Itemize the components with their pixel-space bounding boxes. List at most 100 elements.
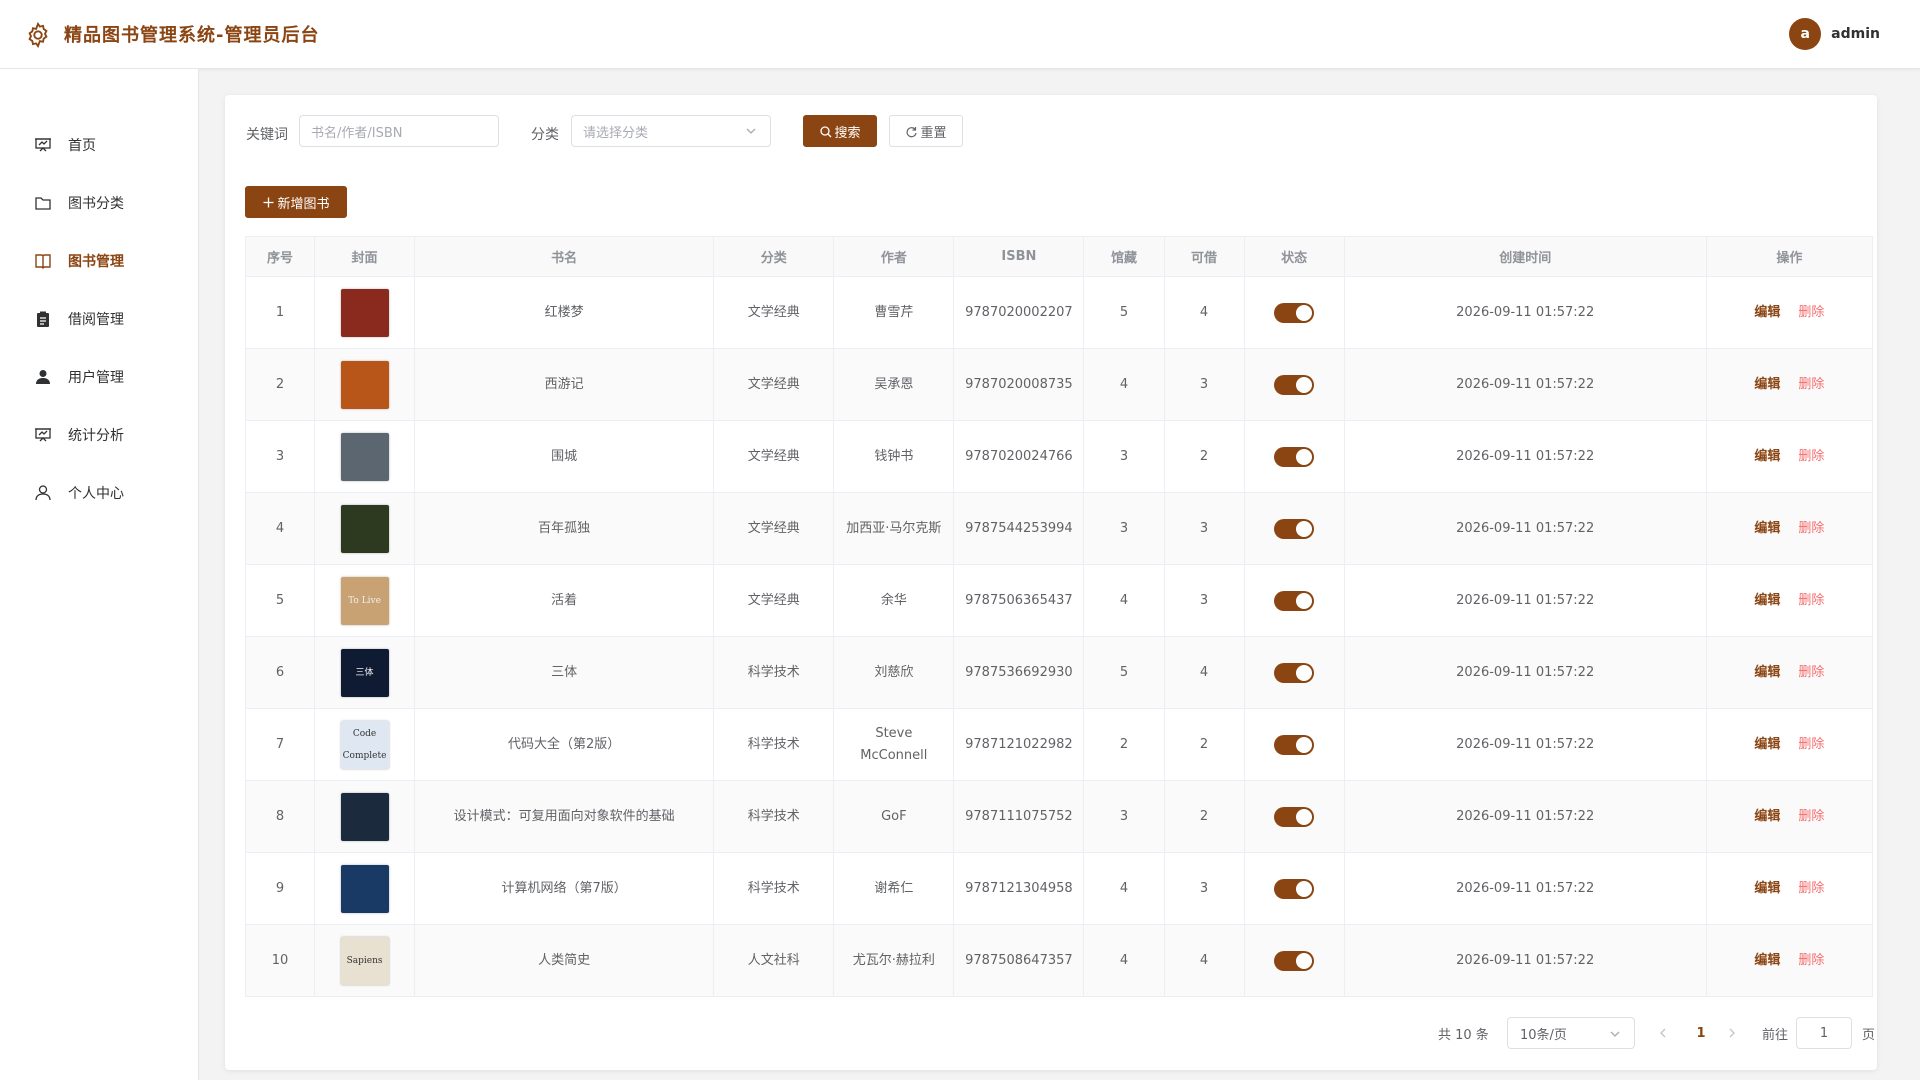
- cell-isbn: 9787020002207: [953, 276, 1085, 349]
- status-toggle[interactable]: [1274, 662, 1315, 683]
- sidebar-item-label: 个人中心: [68, 486, 124, 502]
- book-cover-image: [340, 288, 389, 337]
- cell-stock: 5: [1083, 276, 1165, 349]
- delete-button[interactable]: 删除: [1798, 449, 1824, 464]
- book-cover-image: [340, 360, 389, 409]
- cell-author: 吴承恩: [833, 348, 955, 421]
- cell-author: 谢希仁: [833, 852, 955, 925]
- edit-button[interactable]: 编辑: [1754, 953, 1780, 968]
- cell-actions: 编辑 删除: [1706, 780, 1874, 853]
- category-select[interactable]: 请选择分类: [571, 115, 771, 147]
- edit-button[interactable]: 编辑: [1754, 665, 1780, 680]
- edit-button[interactable]: 编辑: [1754, 377, 1780, 392]
- folder-icon: [34, 194, 52, 212]
- table-header-row: 序号 封面 书名 分类 作者 ISBN 馆藏 可借 状态 创建时间 操作: [245, 236, 1874, 277]
- toggle-knob: [1296, 448, 1313, 465]
- edit-button[interactable]: 编辑: [1754, 737, 1780, 752]
- edit-button[interactable]: 编辑: [1754, 809, 1780, 824]
- status-toggle[interactable]: [1274, 806, 1315, 827]
- goto-label: 前往: [1762, 1027, 1789, 1043]
- cell-cover: [314, 492, 416, 565]
- edit-button[interactable]: 编辑: [1754, 521, 1780, 536]
- cell-category: 科学技术: [713, 708, 835, 781]
- delete-button[interactable]: 删除: [1798, 953, 1824, 968]
- cell-cover: To Live: [314, 564, 416, 637]
- toggle-knob: [1296, 664, 1313, 681]
- book-cover-image: 三体: [340, 648, 389, 697]
- cell-status: [1244, 708, 1345, 781]
- sidebar-item-label: 图书管理: [68, 254, 124, 270]
- edit-button[interactable]: 编辑: [1754, 449, 1780, 464]
- delete-button[interactable]: 删除: [1798, 593, 1824, 608]
- user-outline-icon: [34, 484, 52, 502]
- sidebar-item-categories[interactable]: 图书分类: [0, 174, 199, 232]
- cell-author: GoF: [833, 780, 955, 853]
- status-toggle[interactable]: [1274, 302, 1315, 323]
- prev-page-icon[interactable]: [1656, 1025, 1670, 1039]
- add-book-button[interactable]: 新增图书: [245, 186, 347, 218]
- book-cover-image: [340, 792, 389, 841]
- table-row: 7 Code Complete 代码大全（第2版） 科学技术 Steve McConne…: [245, 708, 1874, 781]
- page-size-select[interactable]: 10条/页: [1507, 1017, 1635, 1049]
- book-cover-image: To Live: [340, 576, 389, 625]
- edit-button[interactable]: 编辑: [1754, 593, 1780, 608]
- sidebar-item-books[interactable]: 图书管理: [0, 232, 199, 290]
- cell-available: 3: [1164, 852, 1245, 925]
- cell-status: [1244, 420, 1345, 493]
- status-toggle[interactable]: [1274, 518, 1315, 539]
- cell-stock: 4: [1083, 924, 1165, 997]
- status-toggle[interactable]: [1274, 950, 1315, 971]
- cell-cover: [314, 852, 416, 925]
- status-toggle[interactable]: [1274, 446, 1315, 467]
- pagination-total: 共 10 条: [1438, 1027, 1489, 1043]
- keyword-input[interactable]: 书名/作者/ISBN: [299, 115, 499, 147]
- header-actions: 操作: [1706, 236, 1874, 277]
- book-cover-image: [340, 504, 389, 553]
- delete-button[interactable]: 删除: [1798, 521, 1824, 536]
- edit-button[interactable]: 编辑: [1754, 305, 1780, 320]
- sidebar-item-label: 首页: [68, 138, 96, 154]
- cell-isbn: 9787121022982: [953, 708, 1085, 781]
- cell-cover: Code Complete: [314, 708, 416, 781]
- delete-button[interactable]: 删除: [1798, 377, 1824, 392]
- header-index: 序号: [245, 236, 316, 277]
- cell-status: [1244, 348, 1345, 421]
- cell-index: 9: [245, 852, 316, 925]
- cell-status: [1244, 636, 1345, 709]
- next-page-icon[interactable]: [1725, 1025, 1739, 1039]
- edit-button[interactable]: 编辑: [1754, 881, 1780, 896]
- sidebar: 首页 图书分类 图书管理 借阅管理 用户管理 统计分析 个人中心: [0, 69, 199, 1080]
- cell-actions: 编辑 删除: [1706, 420, 1874, 493]
- delete-button[interactable]: 删除: [1798, 305, 1824, 320]
- search-button[interactable]: 搜索: [803, 115, 877, 147]
- toggle-knob: [1296, 592, 1313, 609]
- reset-button[interactable]: 重置: [889, 115, 963, 147]
- delete-button[interactable]: 删除: [1798, 737, 1824, 752]
- sidebar-item-profile[interactable]: 个人中心: [0, 464, 199, 522]
- sidebar-item-borrow[interactable]: 借阅管理: [0, 290, 199, 348]
- cell-created: 2026-09-11 01:57:22: [1344, 924, 1707, 997]
- username[interactable]: admin: [1831, 26, 1880, 42]
- status-toggle[interactable]: [1274, 374, 1315, 395]
- page-number-current[interactable]: 1: [1686, 1017, 1716, 1049]
- chevron-down-icon: [1608, 1027, 1622, 1041]
- user-menu[interactable]: a admin: [1789, 18, 1880, 50]
- avatar[interactable]: a: [1789, 18, 1822, 50]
- goto-page-input[interactable]: 1: [1796, 1017, 1852, 1049]
- plus-icon: [262, 196, 275, 209]
- book-cover-image: [340, 864, 389, 913]
- cell-title: 活着: [414, 564, 715, 637]
- sidebar-item-home[interactable]: 首页: [0, 116, 199, 174]
- sidebar-item-stats[interactable]: 统计分析: [0, 406, 199, 464]
- delete-button[interactable]: 删除: [1798, 881, 1824, 896]
- cell-title: 代码大全（第2版）: [414, 708, 715, 781]
- delete-button[interactable]: 删除: [1798, 809, 1824, 824]
- cell-author: 余华: [833, 564, 955, 637]
- cell-index: 4: [245, 492, 316, 565]
- status-toggle[interactable]: [1274, 590, 1315, 611]
- status-toggle[interactable]: [1274, 734, 1315, 755]
- delete-button[interactable]: 删除: [1798, 665, 1824, 680]
- sidebar-item-users[interactable]: 用户管理: [0, 348, 199, 406]
- status-toggle[interactable]: [1274, 878, 1315, 899]
- table-row: 1 红楼梦 文学经典 曹雪芹 9787020002207 5 4 2026-09-11 01:…: [245, 276, 1874, 349]
